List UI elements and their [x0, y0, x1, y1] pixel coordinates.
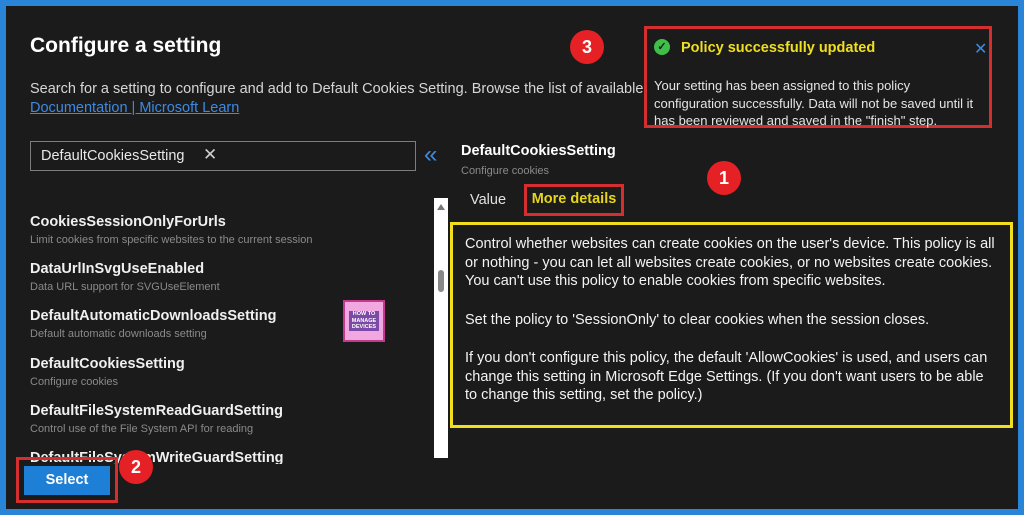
details-paragraph: Control whether websites can create cook… — [465, 236, 995, 289]
tab-value[interactable]: Value — [470, 192, 506, 208]
notification-title: Policy successfully updated — [681, 40, 876, 56]
list-item-name: DefaultFileSystemReadGuardSetting — [30, 403, 283, 419]
scroll-thumb[interactable] — [438, 270, 444, 292]
details-subtitle: Configure cookies — [461, 165, 550, 177]
success-notification: ✓ Policy successfully updated ✕ Your set… — [644, 26, 992, 128]
clear-search-icon[interactable]: ✕ — [203, 145, 217, 165]
more-details-content: Control whether websites can create cook… — [450, 222, 1013, 428]
configure-setting-panel: Configure a setting Search for a setting… — [6, 6, 1018, 509]
list-scrollbar[interactable] — [434, 198, 448, 458]
notification-body: Your setting has been assigned to this p… — [654, 78, 974, 128]
outer-frame: Configure a setting Search for a setting… — [0, 0, 1024, 515]
page-description: Search for a setting to configure and ad… — [30, 81, 644, 97]
list-item-name: DefaultCookiesSetting — [30, 356, 185, 372]
step-badge-1: 1 — [707, 161, 741, 195]
list-item-name: DataUrlInSvgUseEnabled — [30, 261, 205, 277]
details-title: DefaultCookiesSetting — [461, 143, 616, 159]
list-item-name: CookiesSessionOnlyForUrls — [30, 214, 226, 230]
how-to-manage-devices-logo: HOW TO MANAGE DEVICES — [343, 300, 385, 342]
list-item[interactable]: DefaultFileSystemReadGuardSetting Contro… — [30, 403, 430, 435]
success-check-icon: ✓ — [654, 39, 670, 55]
list-item-description: Configure cookies — [30, 376, 119, 388]
close-icon[interactable]: ✕ — [974, 39, 987, 59]
list-item-description: Data URL support for SVGUseElement — [30, 281, 220, 293]
list-item[interactable]: DefaultCookiesSetting Configure cookies — [30, 356, 430, 388]
search-value: DefaultCookiesSetting — [41, 148, 185, 164]
list-item[interactable]: CookiesSessionOnlyForUrls Limit cookies … — [30, 214, 430, 246]
tab-more-details[interactable]: More details — [524, 184, 624, 216]
select-button[interactable]: Select — [24, 466, 110, 495]
list-item[interactable]: DataUrlInSvgUseEnabled Data URL support … — [30, 261, 430, 293]
scroll-up-arrow-icon[interactable] — [437, 204, 445, 210]
collapse-pane-icon[interactable]: « — [424, 143, 437, 167]
search-input[interactable]: DefaultCookiesSetting ✕ — [30, 141, 416, 171]
step-badge-3: 3 — [570, 30, 604, 64]
logo-text: HOW TO MANAGE DEVICES — [349, 311, 379, 331]
details-paragraph: If you don't configure this policy, the … — [465, 350, 988, 403]
list-item-description: Control use of the File System API for r… — [30, 423, 254, 435]
select-highlight: Select — [16, 457, 118, 503]
details-paragraph: Set the policy to 'SessionOnly' to clear… — [465, 311, 930, 328]
page-title: Configure a setting — [30, 34, 222, 57]
list-item-description: Limit cookies from specific websites to … — [30, 234, 313, 246]
step-badge-2: 2 — [119, 450, 153, 484]
documentation-link[interactable]: Documentation | Microsoft Learn — [30, 100, 239, 116]
